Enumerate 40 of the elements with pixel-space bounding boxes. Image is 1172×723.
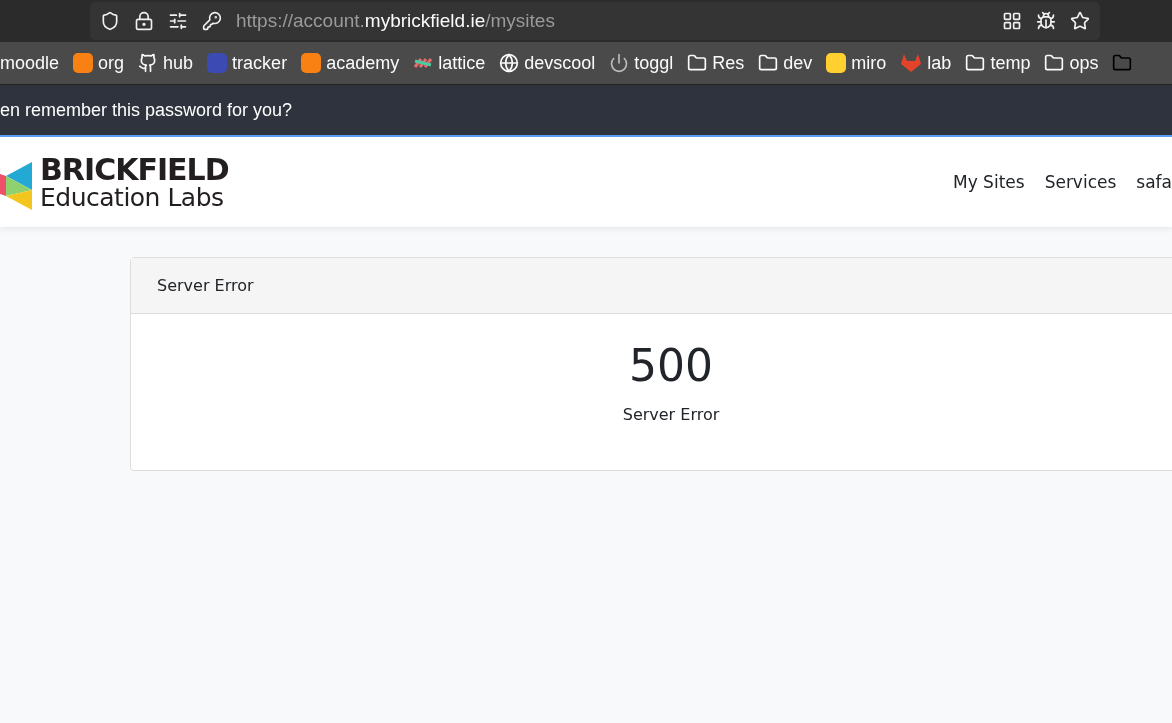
bookmark-link[interactable]: miro [826, 52, 887, 74]
folder-icon [1112, 53, 1133, 73]
power-icon [609, 53, 630, 73]
bookmark-link[interactable]: dev [758, 52, 813, 74]
bookmark-link[interactable]: tracker [207, 52, 288, 74]
fox-icon [900, 53, 923, 73]
grid-icon[interactable] [1002, 11, 1022, 31]
password-prompt-text: en remember this password for you? [0, 99, 293, 121]
card-header: Server Error [131, 258, 1172, 314]
folder-icon [1044, 53, 1065, 73]
bookmark-link[interactable]: lattice [413, 52, 486, 74]
bookmark-link[interactable]: ops [1044, 52, 1099, 74]
bookmark-link[interactable]: hub [138, 52, 194, 74]
shield-icon[interactable] [100, 11, 120, 31]
folder-icon [965, 53, 986, 73]
logo-title: BRICKFIELD [40, 154, 229, 185]
folder-icon [687, 53, 708, 73]
error-message: Server Error [622, 405, 720, 424]
key-icon[interactable] [202, 11, 222, 31]
bookmark-link[interactable]: temp [965, 52, 1031, 74]
bug-icon[interactable] [1036, 11, 1056, 31]
nav-link[interactable]: Services [1044, 172, 1117, 192]
bookmark-link[interactable]: toggl [609, 52, 674, 74]
globe-icon [499, 53, 520, 73]
logo-subtitle: Education Labs [40, 184, 225, 210]
bookmark-link[interactable]: lab [900, 52, 952, 74]
sliders-icon[interactable] [168, 11, 188, 31]
bookmark-link[interactable]: org [73, 52, 125, 74]
bookmark-link[interactable]: moodle [0, 52, 60, 74]
nav-link[interactable]: safa [1136, 172, 1172, 192]
url-text: https://account.mybrickfield.ie/mysites [236, 10, 556, 32]
lock-icon[interactable] [134, 11, 154, 31]
error-code: 500 [629, 340, 713, 391]
bookmark-link[interactable]: academy [301, 52, 400, 74]
bookmark-link[interactable]: devscool [499, 52, 596, 74]
address-bar[interactable]: https://account.mybrickfield.ie/mysites [90, 2, 1100, 40]
star-icon[interactable] [1070, 11, 1090, 31]
bookmark-link[interactable]: Res [687, 52, 745, 74]
nav-link[interactable]: My Sites [953, 172, 1025, 192]
folder-icon [758, 53, 779, 73]
